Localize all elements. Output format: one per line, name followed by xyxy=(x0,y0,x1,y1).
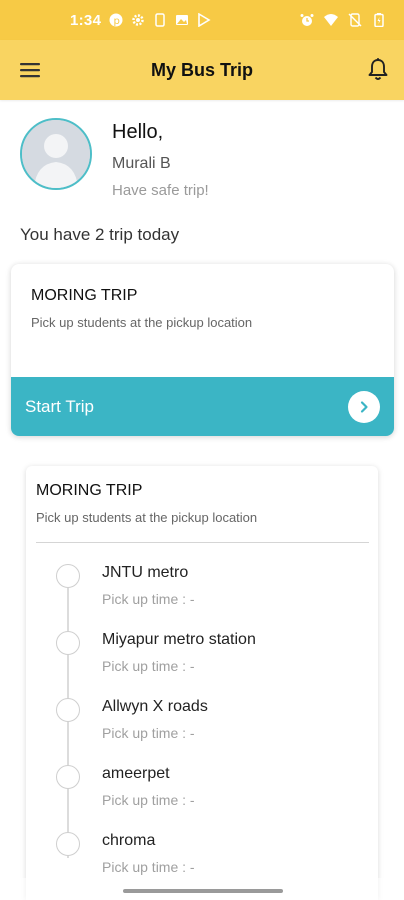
page-title: My Bus Trip xyxy=(150,59,253,80)
stop-item[interactable]: JNTU metro Pick up time : - xyxy=(56,564,356,624)
stop-pickup-time: Pick up time : - xyxy=(102,792,195,808)
chevron-right-icon[interactable] xyxy=(348,391,380,423)
profile-section: Hello, Murali B Have safe trip! xyxy=(20,118,390,199)
stop-name: Allwyn X roads xyxy=(102,698,208,715)
play-store-icon xyxy=(198,13,211,27)
trip-count-summary: You have 2 trip today xyxy=(20,225,180,244)
stop-item[interactable]: Miyapur metro station Pick up time : - xyxy=(56,631,356,691)
stop-marker-icon[interactable] xyxy=(56,765,80,789)
greeting-text: Hello, xyxy=(112,121,164,143)
image-icon xyxy=(176,15,189,25)
user-name: Murali B xyxy=(112,155,171,172)
trip-subtitle: Pick up students at the pickup location xyxy=(31,315,253,330)
stop-name: Miyapur metro station xyxy=(102,631,256,648)
alarm-icon xyxy=(300,14,314,26)
status-bar: 1:34 p xyxy=(0,0,404,40)
stop-name: chroma xyxy=(102,832,156,849)
stop-marker-icon[interactable] xyxy=(56,832,80,856)
stop-name: ameerpet xyxy=(102,765,170,782)
wifi-icon xyxy=(324,14,338,26)
stop-item[interactable]: Allwyn X roads Pick up time : - xyxy=(56,698,356,758)
stop-pickup-time: Pick up time : - xyxy=(102,859,195,875)
stop-marker-icon[interactable] xyxy=(56,631,80,655)
stop-name: JNTU metro xyxy=(102,564,189,581)
status-time: 1:34 xyxy=(70,11,102,29)
stop-item[interactable]: ameerpet Pick up time : - xyxy=(56,765,356,825)
route-card: MORING TRIP Pick up students at the pick… xyxy=(26,466,378,900)
stop-pickup-time: Pick up time : - xyxy=(102,591,195,607)
route-subtitle: Pick up students at the pickup location xyxy=(36,510,258,525)
active-trip-card[interactable]: MORING TRIP Pick up students at the pick… xyxy=(11,264,394,436)
stop-marker-icon[interactable] xyxy=(56,564,80,588)
battery-icon xyxy=(374,13,384,27)
svg-text:p: p xyxy=(114,16,120,27)
gear-icon xyxy=(132,14,144,26)
safe-trip-text: Have safe trip! xyxy=(112,182,209,199)
hamburger-menu-icon[interactable] xyxy=(18,59,42,81)
user-placeholder-icon xyxy=(22,120,90,188)
stop-marker-icon[interactable] xyxy=(56,698,80,722)
stop-pickup-time: Pick up time : - xyxy=(102,658,195,674)
route-title: MORING TRIP xyxy=(36,482,143,499)
avatar[interactable] xyxy=(20,118,92,190)
trip-title: MORING TRIP xyxy=(31,287,138,304)
bell-icon[interactable] xyxy=(366,57,390,83)
no-sim-icon xyxy=(348,13,362,27)
stop-pickup-time: Pick up time : - xyxy=(102,725,195,741)
divider xyxy=(36,542,369,543)
pinterest-icon: p xyxy=(109,13,123,27)
app-bar: My Bus Trip xyxy=(0,40,404,100)
start-trip-label: Start Trip xyxy=(25,397,94,416)
gesture-nav-handle[interactable] xyxy=(123,889,283,893)
sim-icon xyxy=(155,13,165,27)
start-trip-button[interactable]: Start Trip xyxy=(11,377,394,436)
